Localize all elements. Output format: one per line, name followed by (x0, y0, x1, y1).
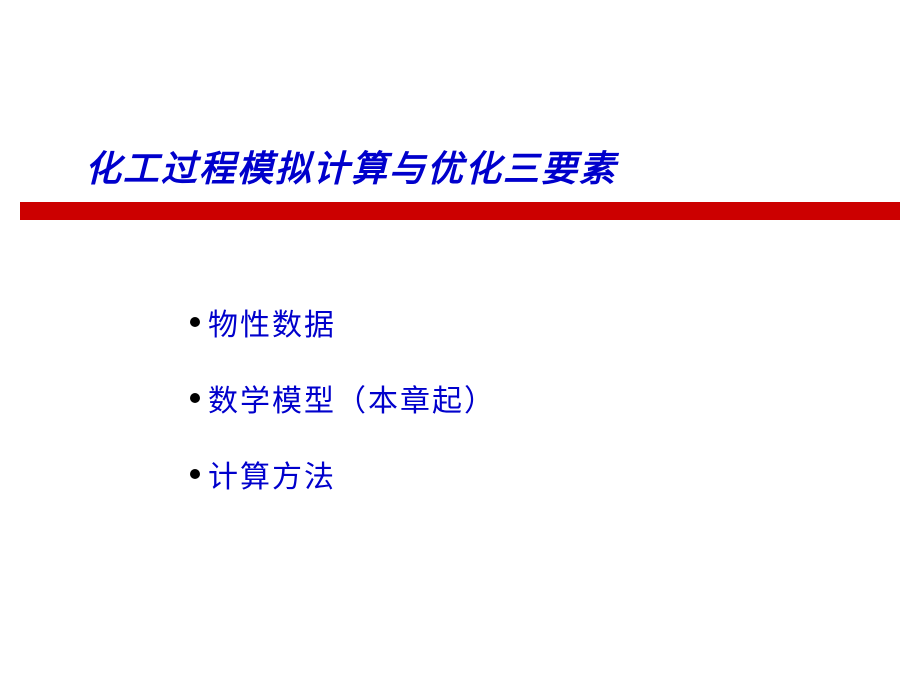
title-underline-bar (20, 202, 900, 220)
bullet-icon (190, 317, 200, 327)
list-item-text: 计算方法 (208, 452, 336, 496)
list-item: 数学模型（本章起） (190, 376, 496, 420)
list-item-text: 数学模型（本章起） (208, 376, 496, 420)
slide-container: 化工过程模拟计算与优化三要素 物性数据 数学模型（本章起） 计算方法 (0, 0, 920, 690)
bullet-icon (190, 393, 200, 403)
list-item-text: 物性数据 (208, 300, 336, 344)
content-list: 物性数据 数学模型（本章起） 计算方法 (190, 300, 496, 528)
bullet-icon (190, 469, 200, 479)
list-item: 物性数据 (190, 300, 496, 344)
slide-title: 化工过程模拟计算与优化三要素 (85, 140, 617, 192)
list-item: 计算方法 (190, 452, 496, 496)
